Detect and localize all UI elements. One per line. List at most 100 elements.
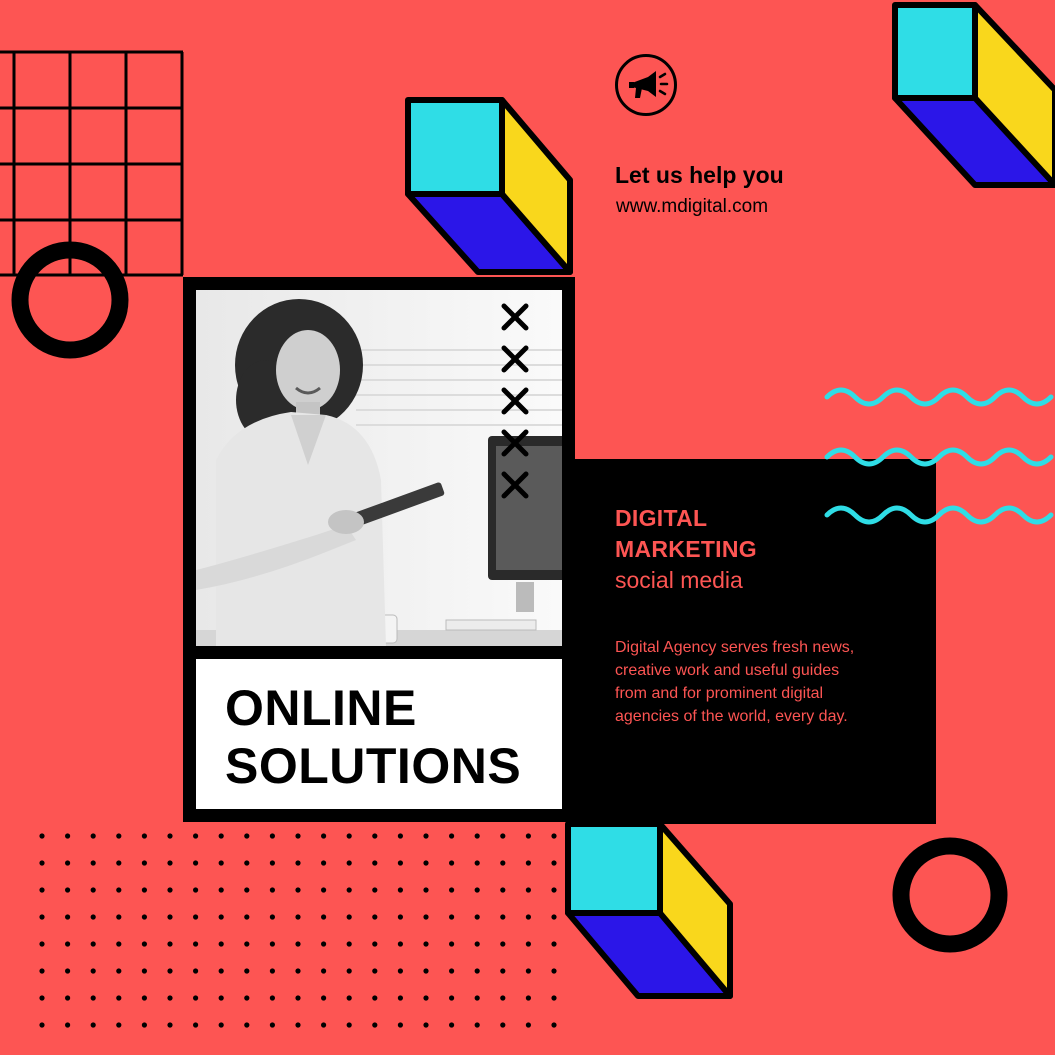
megaphone-icon: [629, 71, 669, 98]
dot: [346, 941, 352, 947]
dot: [269, 914, 275, 920]
dot: [90, 833, 96, 839]
dot: [346, 1022, 352, 1028]
dot: [449, 887, 455, 893]
dot: [295, 833, 301, 839]
dot: [90, 914, 96, 920]
dot: [141, 887, 147, 893]
dot: [39, 941, 45, 947]
dot: [39, 995, 45, 1001]
dot: [193, 887, 199, 893]
dot: [346, 914, 352, 920]
dot: [295, 995, 301, 1001]
dot: [39, 1022, 45, 1028]
dot: [500, 914, 506, 920]
dot: [423, 941, 429, 947]
dot: [141, 941, 147, 947]
info-title-line-2: MARKETING: [615, 536, 757, 562]
dot: [65, 860, 71, 866]
dot: [39, 968, 45, 974]
dot: [269, 941, 275, 947]
dot: [244, 833, 250, 839]
dot: [372, 995, 378, 1001]
dot: [90, 887, 96, 893]
info-title: DIGITAL MARKETING: [615, 503, 757, 565]
dot: [525, 1022, 532, 1028]
dot: [167, 941, 173, 947]
dot: [372, 941, 378, 947]
dot: [500, 1022, 506, 1028]
dot: [449, 968, 455, 974]
photo-card: ONLINE SOLUTIONS: [183, 277, 575, 822]
dot: [295, 914, 301, 920]
dot: [500, 941, 506, 947]
dot: [321, 887, 327, 893]
dot: [423, 887, 429, 893]
dot: [346, 995, 352, 1001]
dot: [295, 887, 301, 893]
ring-right-decoration: [892, 837, 1008, 953]
info-body: Digital Agency serves fresh news, creati…: [615, 639, 855, 725]
dot: [90, 995, 96, 1001]
dot: [244, 968, 250, 974]
dot: [397, 914, 403, 920]
dot: [474, 860, 480, 866]
dot: [449, 941, 455, 947]
dot: [90, 1022, 96, 1028]
dot: [449, 995, 455, 1001]
dot: [474, 941, 480, 947]
dot: [269, 968, 275, 974]
dot: [39, 833, 45, 839]
dot: [193, 941, 199, 947]
dot: [167, 914, 173, 920]
dot: [500, 887, 506, 893]
dot: [321, 968, 327, 974]
dot: [525, 968, 532, 974]
dot: [397, 995, 403, 1001]
dot: [116, 914, 122, 920]
dot: [116, 833, 122, 839]
dot: [397, 1022, 403, 1028]
dot: [193, 1022, 199, 1028]
dot: [244, 995, 250, 1001]
dot: [449, 914, 455, 920]
dot: [244, 1022, 250, 1028]
dot: [321, 1022, 327, 1028]
dot: [346, 860, 352, 866]
dot: [167, 860, 173, 866]
dot: [321, 995, 327, 1001]
dot: [423, 860, 429, 866]
x-marks-decoration: [501, 303, 529, 499]
dot: [141, 1022, 147, 1028]
dot: [474, 968, 480, 974]
dot: [500, 995, 506, 1001]
dot: [244, 860, 250, 866]
dot: [244, 914, 250, 920]
dot: [295, 860, 301, 866]
info-subtitle: social media: [615, 567, 743, 593]
cube-bottom-decoration: [565, 821, 733, 999]
dot: [551, 860, 557, 866]
dot: [295, 941, 301, 947]
megaphone-badge: [615, 54, 677, 116]
dot: [39, 887, 45, 893]
dot: [397, 887, 403, 893]
dot: [423, 833, 429, 839]
dot: [525, 833, 532, 839]
caption-box: ONLINE SOLUTIONS: [196, 659, 562, 809]
dot: [397, 968, 403, 974]
dot: [218, 860, 224, 866]
caption-line-1: ONLINE: [225, 680, 417, 736]
dot: [474, 1022, 480, 1028]
woman-with-tablet-photo: [196, 290, 562, 646]
dot-pattern-decoration: [39, 833, 557, 1028]
dot: [449, 833, 455, 839]
dot: [295, 1022, 301, 1028]
ring-left-decoration: [11, 241, 129, 359]
dot: [90, 860, 96, 866]
cta-url-link[interactable]: www.mdigital.com: [616, 196, 768, 218]
dot: [346, 833, 352, 839]
dot: [551, 887, 557, 893]
dot: [193, 968, 199, 974]
dot: [269, 995, 275, 1001]
